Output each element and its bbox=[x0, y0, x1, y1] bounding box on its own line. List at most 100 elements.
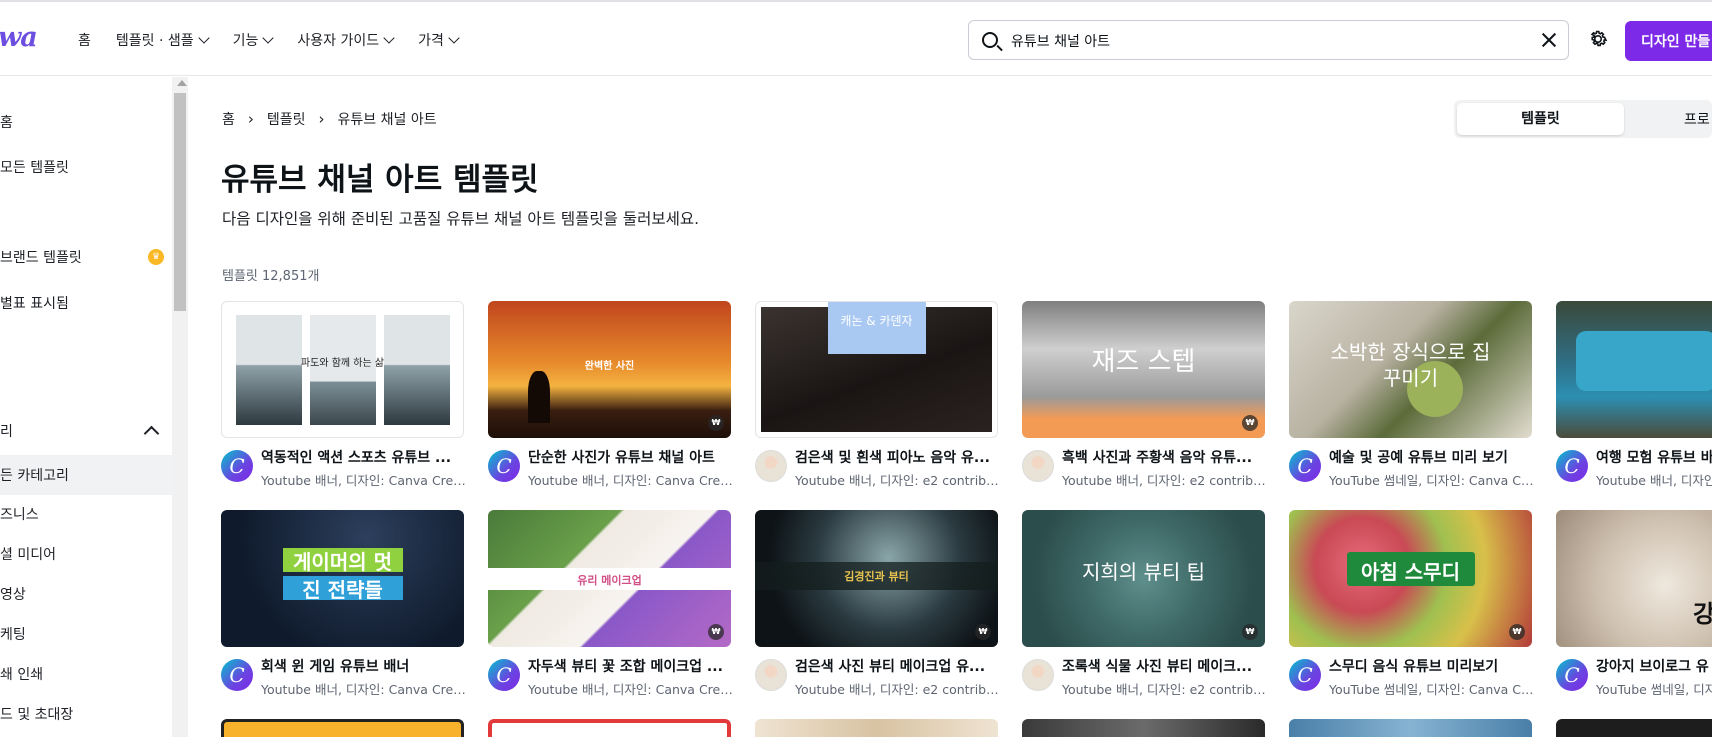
page-title: 유튜브 채널 아트 템플릿 bbox=[221, 162, 539, 198]
sidebar-item-brand-templates[interactable]: 브랜드 템플릿 bbox=[0, 247, 82, 267]
card-subtitle: Youtube 배너, 디자인: Canva Creat... bbox=[528, 473, 733, 488]
avatar: C bbox=[1556, 659, 1588, 691]
thumbnail-text: 게이머의 멋진 전략들 bbox=[293, 550, 392, 602]
card-subtitle: Youtube 배너, 디자인 bbox=[1596, 473, 1712, 488]
template-card[interactable]: 강 C 강아지 브이로그 유 YouTube 썸네일, 디자 bbox=[1556, 510, 1712, 700]
sidebar-scrollbar-thumb[interactable] bbox=[174, 93, 186, 311]
chevron-down-icon bbox=[262, 32, 275, 44]
avatar: C bbox=[221, 659, 253, 691]
card-subtitle: Youtube 배너, 디자인: e2 contribut... bbox=[1062, 682, 1267, 697]
sidebar-item-social-media[interactable]: 셜 미디어 bbox=[0, 544, 56, 564]
top-navigation-bar: wa 홈 템플릿 · 샘플 기능 사용자 가이드 가격 유튜브 채널 아트 디자… bbox=[0, 0, 1712, 76]
card-title: 검은색 사진 뷰티 메이크업 유... bbox=[795, 659, 986, 675]
search-input[interactable]: 유튜브 채널 아트 bbox=[968, 20, 1569, 60]
sidebar-item-all-categories[interactable]: 든 카테고리 bbox=[0, 465, 69, 485]
template-card[interactable]: C 여행 모험 유튜브 바 Youtube 배너, 디자인 bbox=[1556, 301, 1712, 491]
breadcrumb-templates[interactable]: 템플릿 bbox=[267, 109, 306, 129]
template-photo-toggle: 템플릿 프로 bbox=[1454, 100, 1712, 138]
search-query[interactable]: 유튜브 채널 아트 bbox=[1011, 31, 1110, 51]
thumbnail-text: 김경진과 뷰티 bbox=[844, 570, 909, 583]
avatar: C bbox=[1556, 450, 1588, 482]
card-subtitle: Youtube 배너, 디자인: e2 contribut... bbox=[1062, 473, 1267, 488]
nav-templates-label: 템플릿 · 샘플 bbox=[115, 33, 194, 49]
card-title: 흑백 사진과 주황색 음악 유튜... bbox=[1062, 450, 1253, 466]
template-thumbnail[interactable] bbox=[755, 719, 998, 737]
nav-pricing[interactable]: 가격 bbox=[418, 30, 460, 50]
avatar: C bbox=[488, 450, 520, 482]
template-thumbnail[interactable]: 파도와 함께 하는 삶 bbox=[221, 301, 464, 438]
card-title: 검은색 및 흰색 피아노 음악 유... bbox=[795, 450, 990, 466]
thumbnail-text: 파도와 함께 하는 삶 bbox=[300, 358, 385, 369]
chevron-down-icon bbox=[197, 32, 210, 44]
card-subtitle: YouTube 썸네일, 디자 bbox=[1596, 682, 1712, 697]
template-thumbnail[interactable]: 캐논 & 카덴자 bbox=[755, 301, 998, 438]
nav-pricing-label: 가격 bbox=[418, 33, 444, 49]
sidebar-item-cards-invitations[interactable]: 드 및 초대장 bbox=[0, 704, 73, 724]
nav-user-guide[interactable]: 사용자 가이드 bbox=[297, 30, 395, 50]
sidebar-item-home[interactable]: 홈 bbox=[0, 112, 13, 132]
template-thumbnail[interactable]: 아침 스무디 ₩ bbox=[1289, 510, 1532, 647]
sidebar-item-video[interactable]: 영상 bbox=[0, 584, 26, 604]
sidebar-section-category[interactable]: 리 bbox=[0, 421, 13, 441]
avatar bbox=[1022, 450, 1054, 482]
nav-templates[interactable]: 템플릿 · 샘플 bbox=[115, 30, 210, 50]
avatar bbox=[1022, 659, 1054, 691]
sidebar-item-starred[interactable]: 별표 표시됨 bbox=[0, 293, 69, 313]
breadcrumb-home[interactable]: 홈 bbox=[222, 109, 235, 129]
close-icon[interactable] bbox=[1540, 31, 1558, 49]
template-thumbnail[interactable] bbox=[221, 719, 464, 737]
breadcrumb: 홈 › 템플릿 › 유튜브 채널 아트 bbox=[222, 109, 437, 129]
sidebar-item-all-templates[interactable]: 모든 템플릿 bbox=[0, 157, 69, 177]
sidebar-item-marketing[interactable]: 케팅 bbox=[0, 624, 26, 644]
avatar bbox=[755, 450, 787, 482]
template-thumbnail[interactable]: 강 bbox=[1556, 510, 1712, 647]
nav-home[interactable]: 홈 bbox=[78, 30, 91, 50]
paid-badge: ₩ bbox=[1242, 624, 1258, 640]
scroll-up-arrow-icon[interactable] bbox=[177, 80, 187, 86]
card-subtitle: YouTube 썸네일, 디자인: Canva Cr... bbox=[1329, 682, 1534, 697]
template-thumbnail[interactable] bbox=[1556, 301, 1712, 438]
avatar: C bbox=[1289, 450, 1321, 482]
card-subtitle: Youtube 배너, 디자인: e2 contribut... bbox=[795, 473, 1000, 488]
nav-user-guide-label: 사용자 가이드 bbox=[297, 33, 380, 49]
template-thumbnail[interactable] bbox=[1556, 719, 1712, 737]
thumbnail-text: 재즈 스텝 bbox=[1091, 347, 1196, 377]
card-title: 스무디 음식 유튜브 미리보기 bbox=[1329, 659, 1499, 675]
avatar bbox=[755, 659, 787, 691]
template-thumbnail[interactable]: 게이머의 멋진 전략들 bbox=[221, 510, 464, 647]
crown-icon: ♛ bbox=[148, 249, 164, 265]
avatar: C bbox=[1289, 659, 1321, 691]
card-title: 강아지 브이로그 유 bbox=[1596, 659, 1709, 675]
template-thumbnail[interactable] bbox=[1022, 719, 1265, 737]
tab-other[interactable]: 프로 bbox=[1684, 109, 1710, 129]
sidebar-item-print[interactable]: 쇄 인쇄 bbox=[0, 664, 43, 684]
paid-badge: ₩ bbox=[708, 415, 724, 431]
card-title: 역동적인 액션 스포츠 유튜브 ... bbox=[261, 450, 452, 466]
template-thumbnail[interactable]: 완벽한 사진 ₩ bbox=[488, 301, 731, 438]
card-subtitle: Youtube 배너, 디자인: e2 contribut... bbox=[795, 682, 1000, 697]
canva-logo[interactable]: wa bbox=[0, 22, 38, 53]
nav-home-label: 홈 bbox=[78, 33, 91, 49]
create-design-button[interactable]: 디자인 만들 bbox=[1625, 21, 1712, 61]
card-subtitle: Youtube 배너, 디자인: Canva Creat... bbox=[528, 682, 733, 697]
sidebar-item-business[interactable]: 즈니스 bbox=[0, 504, 39, 524]
card-title: 예술 및 공예 유튜브 미리 보기 bbox=[1329, 450, 1508, 466]
card-title: 회색 윈 게임 유튜브 배너 bbox=[261, 659, 410, 675]
template-thumbnail[interactable]: 지희의 뷰티 팁 ₩ bbox=[1022, 510, 1265, 647]
template-thumbnail[interactable]: 유리 메이크업 ₩ bbox=[488, 510, 731, 647]
card-subtitle: YouTube 썸네일, 디자인: Canva Cr... bbox=[1329, 473, 1534, 488]
sidebar: 홈 모든 템플릿 브랜드 템플릿 별표 표시됨 리 든 카테고리 즈니스 셜 미… bbox=[0, 77, 172, 737]
card-title: 조록색 식물 사진 뷰티 메이크... bbox=[1062, 659, 1253, 675]
template-thumbnail[interactable] bbox=[488, 719, 731, 737]
template-thumbnail[interactable] bbox=[1289, 719, 1532, 737]
card-subtitle: Youtube 배너, 디자인: Canva Creat... bbox=[261, 473, 466, 488]
template-thumbnail[interactable]: 소박한 장식으로 집 꾸미기 bbox=[1289, 301, 1532, 438]
nav-features[interactable]: 기능 bbox=[233, 30, 275, 50]
chevron-down-icon bbox=[448, 32, 460, 44]
avatar: C bbox=[488, 659, 520, 691]
chevron-right-icon: › bbox=[318, 110, 325, 128]
tab-templates[interactable]: 템플릿 bbox=[1457, 103, 1624, 135]
template-thumbnail[interactable]: 김경진과 뷰티 ₩ bbox=[755, 510, 998, 647]
template-thumbnail[interactable]: 재즈 스텝 ₩ bbox=[1022, 301, 1265, 438]
gear-icon[interactable] bbox=[1585, 26, 1611, 52]
